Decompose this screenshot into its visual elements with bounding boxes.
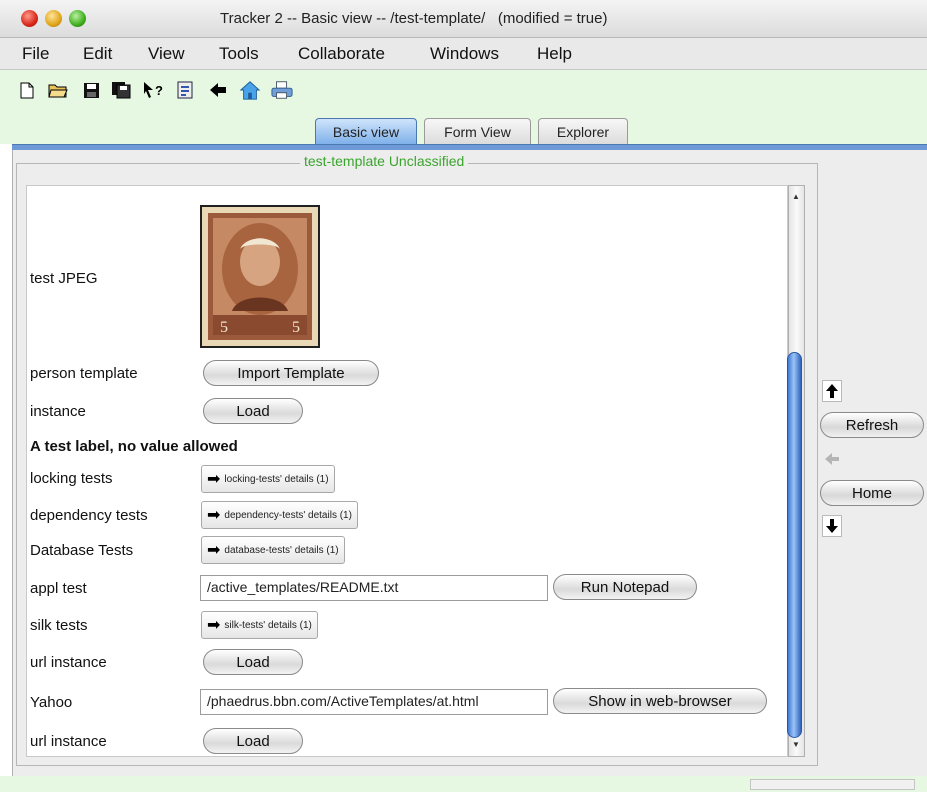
scroll-down-icon[interactable]: ▼ xyxy=(792,740,800,749)
save-icon[interactable] xyxy=(80,78,102,102)
instance-load-button[interactable]: Load xyxy=(203,398,303,424)
left-arrow-icon[interactable] xyxy=(822,448,842,470)
dependency-tests-label: dependency tests xyxy=(30,507,148,524)
back-arrow-icon[interactable] xyxy=(207,78,229,102)
svg-text:5: 5 xyxy=(220,319,228,336)
zoom-window-button[interactable] xyxy=(69,10,86,27)
close-window-button[interactable] xyxy=(21,10,38,27)
menu-edit[interactable]: Edit xyxy=(83,44,112,64)
document-icon[interactable] xyxy=(174,78,196,102)
open-folder-icon[interactable] xyxy=(47,78,69,102)
home-icon[interactable] xyxy=(239,78,261,102)
show-in-web-browser-button[interactable]: Show in web-browser xyxy=(553,688,767,714)
locking-tests-details-button[interactable]: ➡ locking-tests' details (1) xyxy=(201,465,335,493)
url-instance-2-label: url instance xyxy=(30,733,107,750)
instance-label: instance xyxy=(30,403,86,420)
help-cursor-icon[interactable]: ? xyxy=(142,78,164,102)
dependency-tests-details-text: dependency-tests' details (1) xyxy=(224,509,352,521)
window-resize-grip[interactable] xyxy=(750,779,915,790)
right-arrow-icon: ➡ xyxy=(207,542,221,559)
locking-tests-label: locking tests xyxy=(30,470,113,487)
url-instance-load-button[interactable]: Load xyxy=(203,649,303,675)
appl-test-path-field[interactable]: /active_templates/README.txt xyxy=(200,575,548,601)
scroll-up-icon[interactable]: ▲ xyxy=(792,192,800,201)
appl-test-label: appl test xyxy=(30,580,87,597)
tab-explorer[interactable]: Explorer xyxy=(538,118,628,144)
right-arrow-icon: ➡ xyxy=(207,617,221,634)
menu-view[interactable]: View xyxy=(148,44,185,64)
test-jpeg-label: test JPEG xyxy=(30,270,98,287)
silk-tests-details-text: silk-tests' details (1) xyxy=(224,619,312,631)
right-arrow-icon: ➡ xyxy=(207,507,221,524)
window-title: Tracker 2 -- Basic view -- /test-templat… xyxy=(220,10,608,27)
toolbar xyxy=(0,70,927,116)
yahoo-label: Yahoo xyxy=(30,694,73,711)
menu-tools[interactable]: Tools xyxy=(219,44,259,64)
new-file-icon[interactable] xyxy=(16,78,38,102)
up-arrow-icon[interactable] xyxy=(822,380,842,402)
database-tests-details-button[interactable]: ➡ database-tests' details (1) xyxy=(201,536,345,564)
menu-file[interactable]: File xyxy=(22,44,49,64)
database-tests-details-text: database-tests' details (1) xyxy=(224,544,339,556)
panel-title: test-template Unclassified xyxy=(300,153,469,169)
run-notepad-button[interactable]: Run Notepad xyxy=(553,574,697,600)
menu-windows[interactable]: Windows xyxy=(430,44,499,64)
save-all-icon[interactable] xyxy=(110,78,132,102)
refresh-button[interactable]: Refresh xyxy=(820,412,924,438)
svg-text:5: 5 xyxy=(292,319,300,336)
dependency-tests-details-button[interactable]: ➡ dependency-tests' details (1) xyxy=(201,501,358,529)
right-arrow-icon: ➡ xyxy=(207,471,221,488)
minimize-window-button[interactable] xyxy=(45,10,62,27)
svg-text:?: ? xyxy=(155,83,163,98)
url-instance-2-load-button[interactable]: Load xyxy=(203,728,303,754)
down-arrow-icon[interactable] xyxy=(822,515,842,537)
person-template-label: person template xyxy=(30,365,138,382)
menu-bar: File Edit View Tools Collaborate Windows… xyxy=(0,38,927,70)
menu-collaborate[interactable]: Collaborate xyxy=(298,44,385,64)
home-button[interactable]: Home xyxy=(820,480,924,506)
title-bar: Tracker 2 -- Basic view -- /test-templat… xyxy=(0,0,927,38)
silk-tests-label: silk tests xyxy=(30,617,88,634)
url-instance-label: url instance xyxy=(30,654,107,671)
scrollbar-thumb[interactable] xyxy=(787,352,802,738)
form-content xyxy=(26,185,788,757)
locking-tests-details-text: locking-tests' details (1) xyxy=(224,473,329,485)
print-icon[interactable] xyxy=(271,78,293,102)
stamp-image: 5 5 xyxy=(200,205,320,348)
tab-form-view[interactable]: Form View xyxy=(424,118,531,144)
yahoo-url-field[interactable]: /phaedrus.bbn.com/ActiveTemplates/at.htm… xyxy=(200,689,548,715)
test-label-heading: A test label, no value allowed xyxy=(30,438,238,455)
menu-help[interactable]: Help xyxy=(537,44,572,64)
import-template-button[interactable]: Import Template xyxy=(203,360,379,386)
tab-basic-view[interactable]: Basic view xyxy=(315,118,417,144)
silk-tests-details-button[interactable]: ➡ silk-tests' details (1) xyxy=(201,611,318,639)
database-tests-label: Database Tests xyxy=(30,542,134,559)
